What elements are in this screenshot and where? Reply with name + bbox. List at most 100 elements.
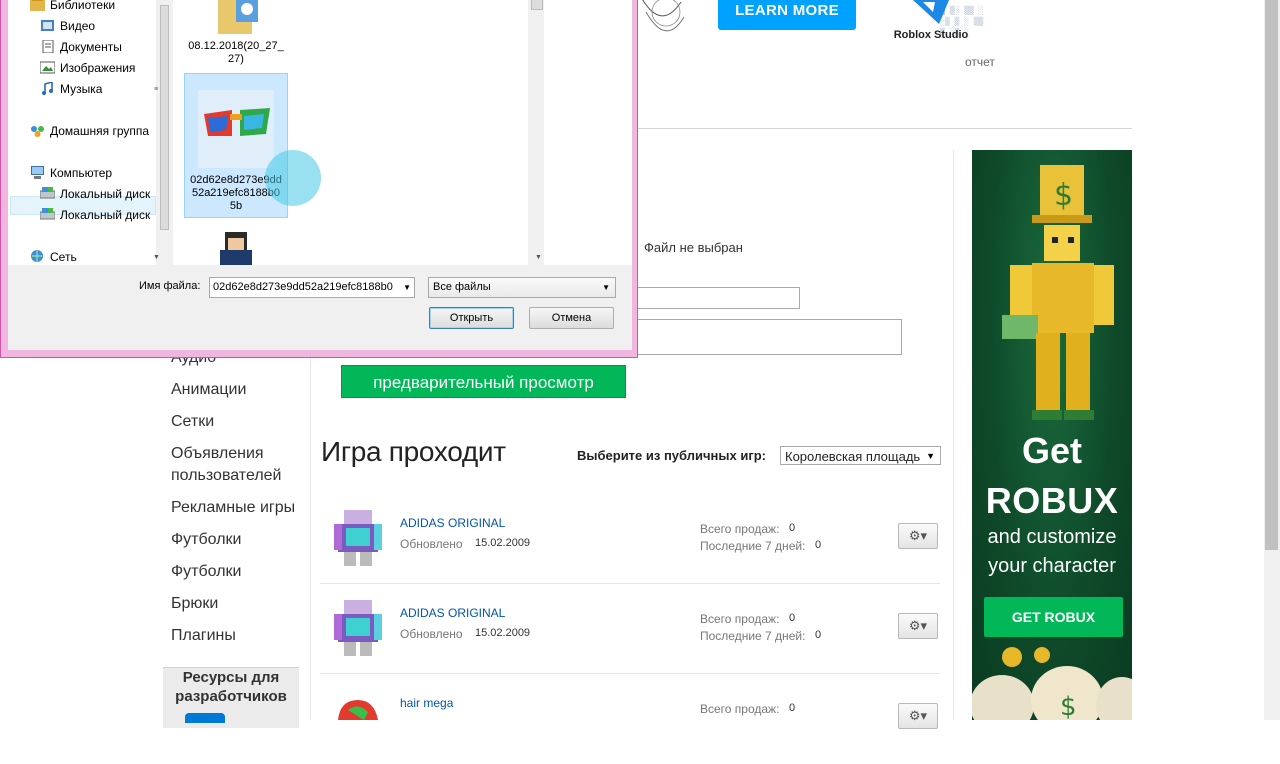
roblox-studio-label[interactable]: Roblox Studio <box>886 29 976 41</box>
asset-description-input[interactable] <box>622 319 902 355</box>
ad-subtitle-line1: and customize <box>987 526 1117 548</box>
item-name-link[interactable]: ADIDAS ORIGINAL <box>400 606 505 620</box>
scroll-down-arrow-icon[interactable]: ▼ <box>535 254 542 261</box>
learn-more-button[interactable]: LEARN MORE <box>718 0 856 30</box>
dialog-body: Библиотеки Видео Документы Изображения М… <box>8 0 632 350</box>
money-bags-illustration: $ <box>972 647 1132 720</box>
navigation-pane: Библиотеки Видео Документы Изображения М… <box>8 0 156 265</box>
file-open-dialog: Библиотеки Видео Документы Изображения М… <box>0 0 638 358</box>
open-button[interactable]: Открыть <box>429 307 514 329</box>
nav-item-user-ads[interactable]: Объявления пользователей <box>171 443 296 487</box>
svg-text:$: $ <box>1054 178 1073 213</box>
sunglasses-thumbnail-icon <box>198 90 274 168</box>
navigation-scrollbar-thumb[interactable] <box>160 5 169 230</box>
file-tile[interactable]: 08.12.2018(20_27_27) <box>184 0 288 66</box>
item-sales-label: Всего продаж: <box>700 522 780 536</box>
file-type-value: Все файлы <box>433 281 491 293</box>
item-updated-date: 15.02.2009 <box>475 627 531 639</box>
get-robux-ad-banner[interactable]: $ Get ROBUX and customize your character… <box>972 150 1132 720</box>
cancel-button[interactable]: Отмена <box>529 307 614 329</box>
drive-icon <box>40 187 55 199</box>
item-sales-label: Всего продаж: <box>700 702 780 716</box>
nav-item-meshes[interactable]: Сетки <box>171 411 214 433</box>
item-sales-label: Всего продаж: <box>700 612 780 626</box>
nav-item-sponsored-games[interactable]: Рекламные игры <box>171 497 295 519</box>
nav-item-pants[interactable]: Брюки <box>171 593 218 615</box>
item-week-value: 0 <box>815 629 822 641</box>
item-sales-value: 0 <box>789 702 796 714</box>
ad-subtitle-line2: your character <box>988 555 1116 577</box>
get-robux-button[interactable]: GET ROBUX <box>984 597 1123 637</box>
nav-item-plugins[interactable]: Плагины <box>171 625 236 647</box>
item-thumbnail[interactable] <box>334 690 382 746</box>
computer-icon <box>31 166 44 179</box>
asset-name-input[interactable] <box>622 287 800 309</box>
roblox-studio-icon[interactable] <box>905 0 949 24</box>
mouse-cursor-highlight <box>265 150 321 206</box>
nav-item-animations[interactable]: Анимации <box>171 379 246 401</box>
item-thumbnail[interactable] <box>334 600 382 656</box>
file-name-label: Имя файла: <box>139 280 201 292</box>
scroll-grip-icon: ≡ <box>154 86 159 93</box>
library-icon <box>30 0 45 11</box>
preview-button[interactable]: предварительный просмотр <box>341 365 626 398</box>
page-scrollbar-thumb[interactable] <box>1265 0 1278 550</box>
nav-item-tshirts[interactable]: Футболки <box>171 529 241 551</box>
file-type-select[interactable]: Все файлы ▼ <box>428 277 616 298</box>
item-updated-label: Обновлено <box>400 627 463 641</box>
item-settings-gear-button[interactable]: ⚙▾ <box>898 523 938 549</box>
files-pane: 08.12.2018(20_27_27) 02d62e8d273e9dd52a2… <box>173 0 632 265</box>
item-updated-label: Обновлено <box>400 537 463 551</box>
files-scrollbar-thumb[interactable] <box>531 0 543 10</box>
item-sales-value: 0 <box>789 612 796 624</box>
report-link[interactable]: отчет <box>965 55 995 69</box>
public-games-selected-value: Королевская площадь <box>785 449 921 464</box>
content-right-border <box>953 150 954 720</box>
item-week-label: Последние 7 дней: <box>700 629 806 643</box>
nav-item-shirts[interactable]: Футболки <box>171 561 241 583</box>
scroll-down-arrow-icon[interactable]: ▼ <box>153 254 160 261</box>
item-settings-gear-button[interactable]: ⚙▾ <box>898 703 938 729</box>
item-week-value: 0 <box>815 539 822 551</box>
chevron-down-icon[interactable]: ▼ <box>403 278 411 297</box>
file-name-value: 02d62e8d273e9dd52a219efc8188b0 <box>213 281 393 293</box>
video-icon <box>41 20 54 31</box>
games-section-title: Игра проходит <box>321 436 506 467</box>
file-name: 08.12.2018(20_27_27) <box>188 40 284 65</box>
gear-icon: ⚙▾ <box>908 618 928 633</box>
gold-avatar-illustration: $ <box>1002 165 1114 420</box>
public-games-label: Выберите из публичных игр: <box>577 448 767 463</box>
public-games-select[interactable]: Королевская площадь ▼ <box>780 446 941 465</box>
file-tile[interactable] <box>184 226 288 269</box>
item-week-label: Последние 7 дней: <box>700 539 806 553</box>
item-row: hair mega Всего продаж: 0 ⚙▾ <box>320 674 940 764</box>
gear-icon: ⚙▾ <box>908 528 928 543</box>
network-icon <box>31 250 43 262</box>
images-icon <box>40 61 55 74</box>
item-row: ADIDAS ORIGINAL Обновлено 15.02.2009 Все… <box>320 494 940 584</box>
svg-text:$: $ <box>1060 692 1077 720</box>
developer-resources-title: Ресурсы для разработчиков <box>175 669 287 705</box>
ad-headline-get: Get <box>1021 430 1082 471</box>
files-scrollbar[interactable] <box>528 0 544 265</box>
item-name-link[interactable]: ADIDAS ORIGINAL <box>400 516 505 530</box>
item-sales-value: 0 <box>789 522 796 534</box>
item-settings-gear-button[interactable]: ⚙▾ <box>898 613 938 639</box>
dropdown-arrow-icon: ▼ <box>926 451 935 461</box>
developer-resources-icon <box>185 713 225 723</box>
item-row: ADIDAS ORIGINAL Обновлено 15.02.2009 Все… <box>320 584 940 674</box>
music-icon <box>42 82 53 95</box>
chevron-down-icon: ▼ <box>602 283 610 292</box>
no-file-selected-text: Файл не выбран <box>644 240 743 255</box>
documents-icon <box>42 40 54 53</box>
folder-media-icon <box>218 0 258 34</box>
item-updated-date: 15.02.2009 <box>475 537 531 549</box>
drive-icon <box>40 208 55 220</box>
file-name-input[interactable]: 02d62e8d273e9dd52a219efc8188b0 ▼ <box>209 277 415 298</box>
item-name-link[interactable]: hair mega <box>400 696 453 710</box>
decorative-doodle <box>642 0 685 32</box>
item-thumbnail[interactable] <box>334 510 382 566</box>
gear-icon: ⚙▾ <box>908 708 928 723</box>
ad-headline-robux: ROBUX <box>985 480 1119 521</box>
avatar-thumbnail-icon <box>220 232 252 265</box>
